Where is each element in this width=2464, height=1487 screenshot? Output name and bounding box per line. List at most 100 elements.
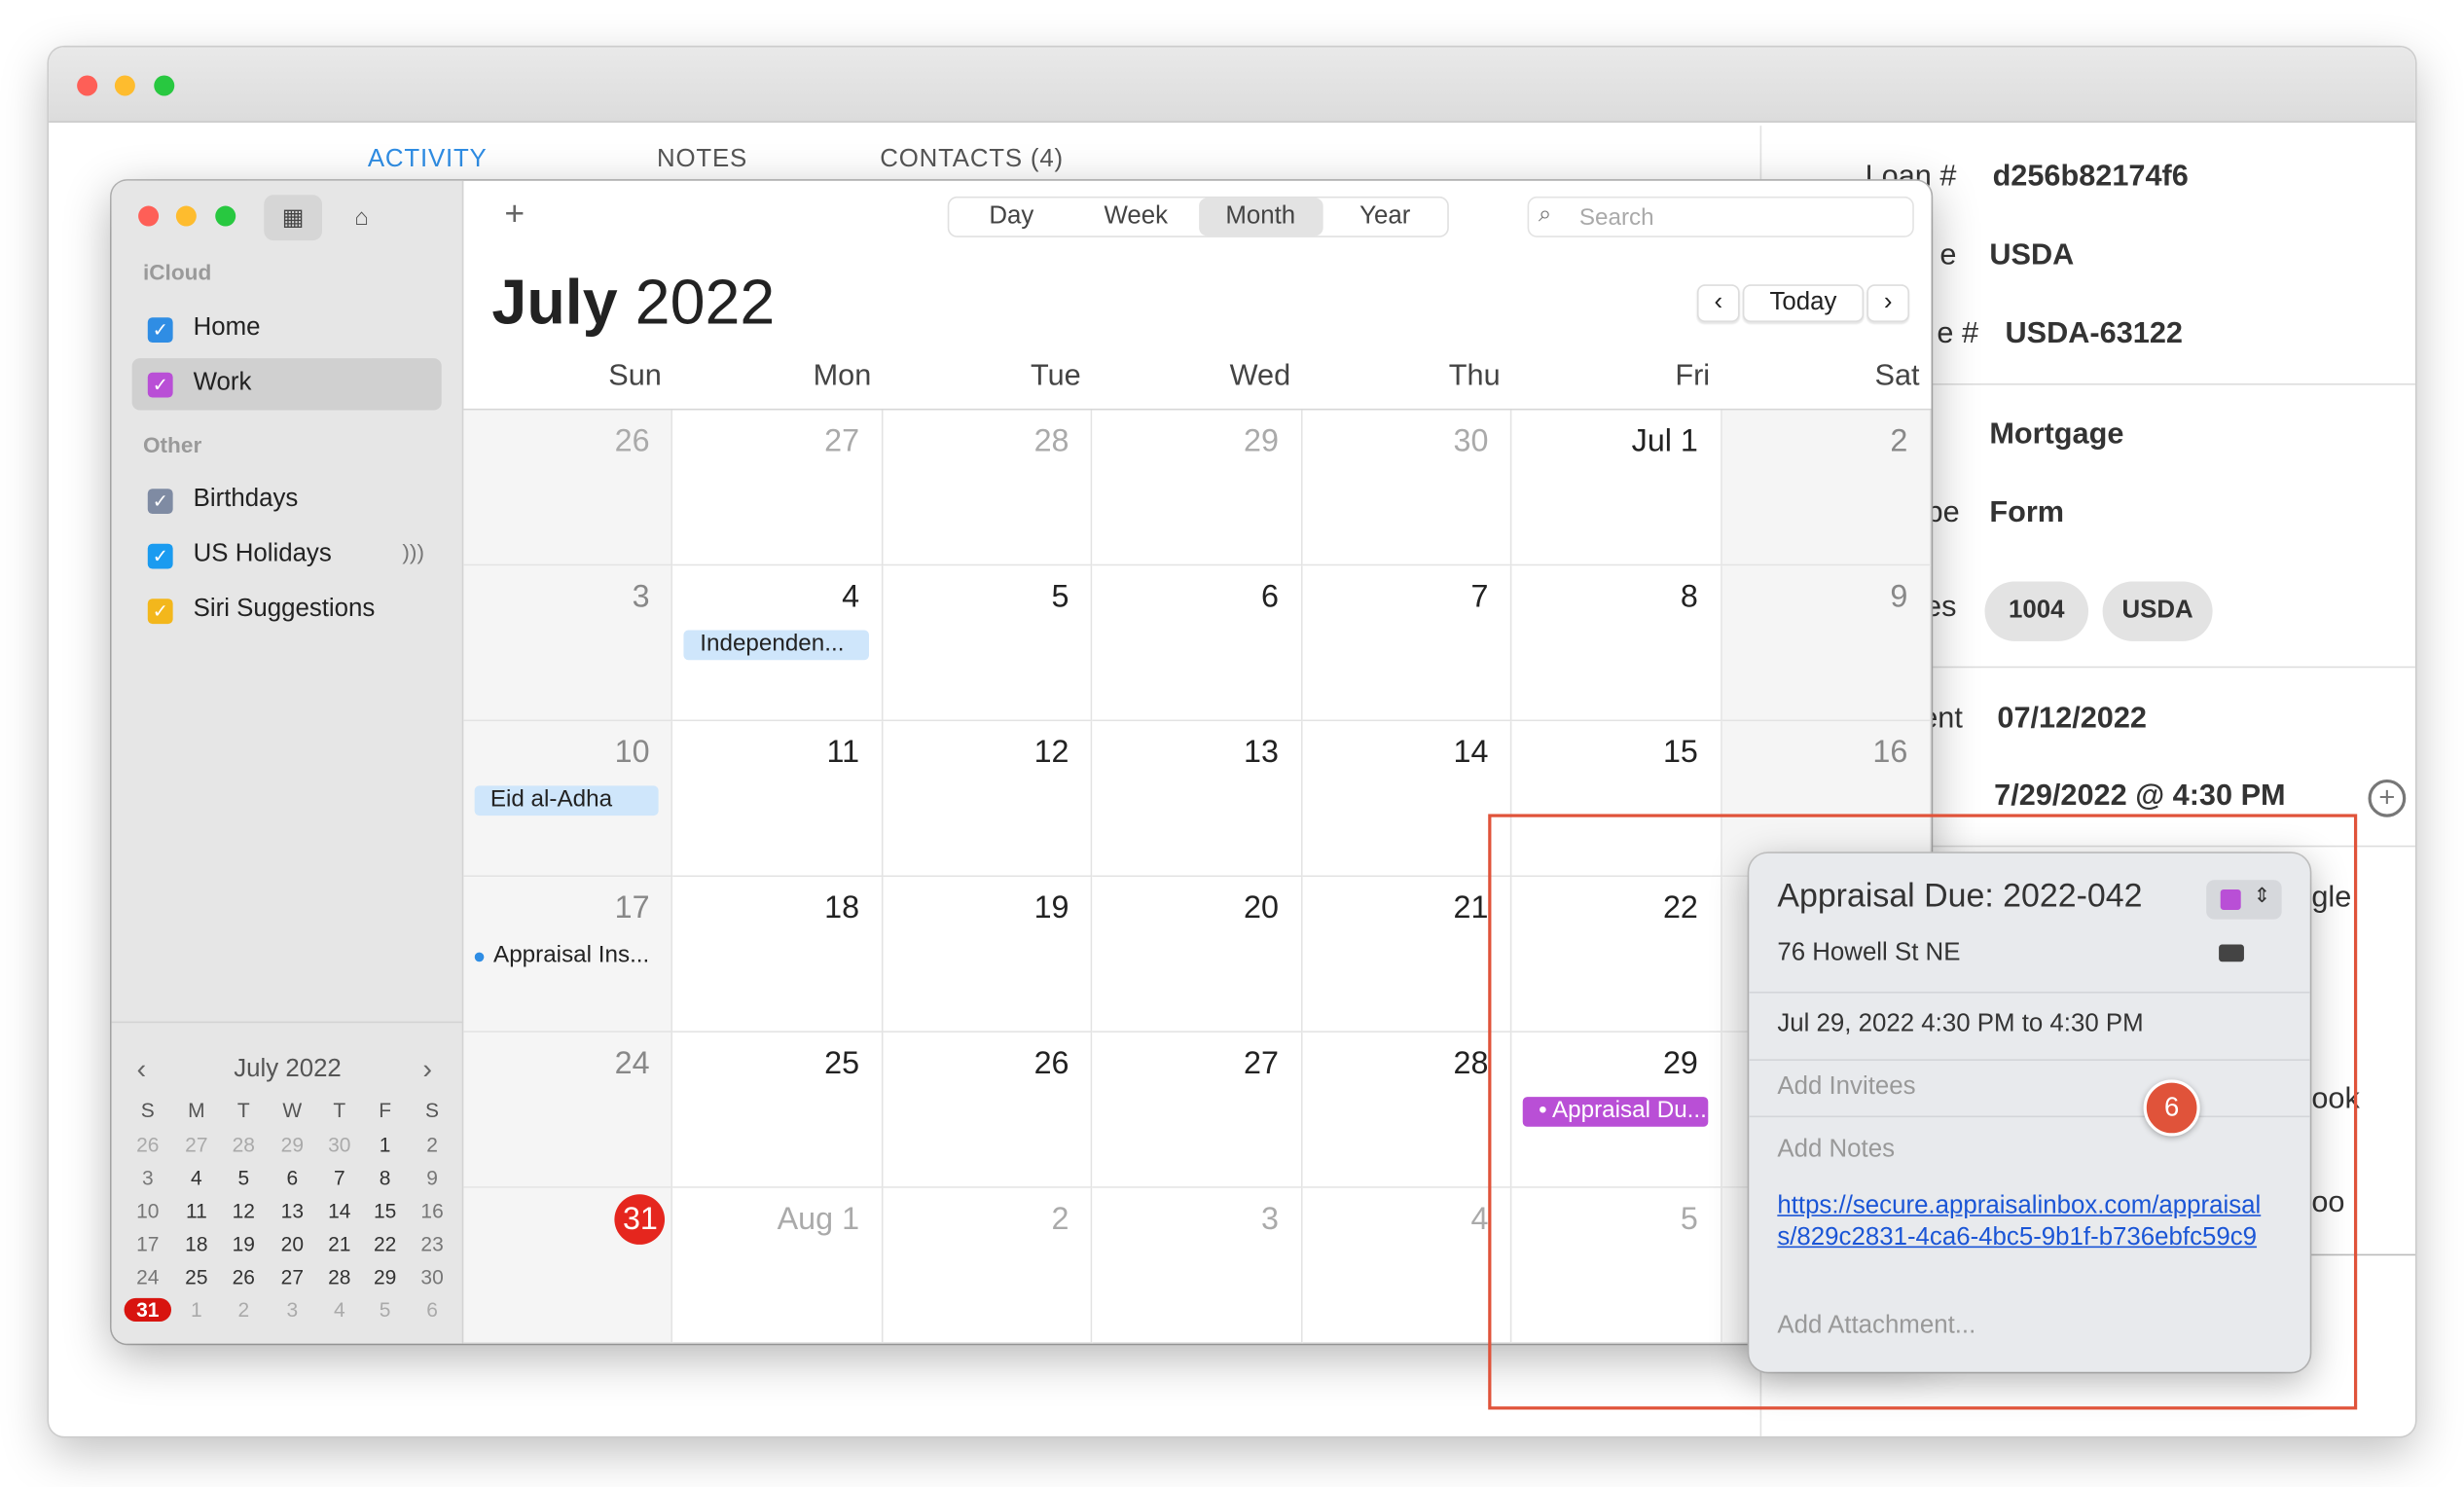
- tab-contacts[interactable]: CONTACTS (4): [880, 146, 1064, 174]
- day-cell[interactable]: 8: [1511, 565, 1722, 722]
- mini-day[interactable]: 11: [173, 1199, 220, 1222]
- zoom-button[interactable]: [154, 75, 175, 96]
- checkbox[interactable]: ✓: [147, 317, 173, 344]
- today-button[interactable]: Today: [1742, 284, 1865, 323]
- mini-day[interactable]: 3: [269, 1298, 315, 1322]
- mini-day[interactable]: 26: [220, 1265, 267, 1288]
- mini-day[interactable]: 23: [409, 1232, 455, 1255]
- search-input[interactable]: ⌕ Search: [1527, 196, 1914, 237]
- tag-chip[interactable]: USDA: [2102, 581, 2213, 641]
- mini-day[interactable]: 20: [269, 1232, 315, 1255]
- calendar-event[interactable]: • Appraisal Du...: [1522, 1097, 1708, 1127]
- prev-month-button[interactable]: ‹: [1696, 284, 1740, 323]
- mini-day[interactable]: 5: [361, 1298, 408, 1322]
- event-title[interactable]: Appraisal Due: 2022-042: [1777, 879, 2142, 917]
- minimize-button[interactable]: [114, 75, 135, 96]
- calendar-minimize-button[interactable]: [175, 205, 197, 227]
- sidebar-item[interactable]: ✓ Siri Suggestions: [132, 585, 442, 636]
- mini-day[interactable]: 26: [125, 1133, 171, 1156]
- day-cell[interactable]: 4 Independen...: [672, 565, 884, 722]
- day-cell[interactable]: Jul 1: [1511, 410, 1722, 566]
- mini-day[interactable]: 2: [409, 1133, 455, 1156]
- tab-notes[interactable]: NOTES: [657, 146, 747, 174]
- day-cell[interactable]: 3: [1092, 1187, 1303, 1344]
- mini-day[interactable]: 24: [125, 1265, 171, 1288]
- next-month-button[interactable]: ›: [1866, 284, 1909, 323]
- mini-day[interactable]: 15: [361, 1199, 408, 1222]
- mini-day[interactable]: 4: [316, 1298, 363, 1322]
- mini-day[interactable]: 29: [361, 1265, 408, 1288]
- day-cell[interactable]: 27: [1092, 1032, 1303, 1188]
- sidebar-item[interactable]: ✓ Birthdays: [132, 475, 442, 526]
- day-cell[interactable]: 7: [1302, 565, 1512, 722]
- mini-day[interactable]: 2: [220, 1298, 267, 1322]
- video-icon[interactable]: [2219, 944, 2244, 962]
- day-cell[interactable]: 12: [883, 721, 1093, 878]
- sidebar-item[interactable]: ✓ Home: [132, 304, 442, 355]
- day-cell[interactable]: 29 • Appraisal Du...: [1511, 1032, 1722, 1188]
- mini-day[interactable]: 30: [316, 1133, 363, 1156]
- mini-day[interactable]: 21: [316, 1232, 363, 1255]
- day-cell[interactable]: 3: [463, 565, 673, 722]
- day-cell[interactable]: 13: [1092, 721, 1303, 878]
- mini-day[interactable]: 13: [269, 1199, 315, 1222]
- day-cell[interactable]: 26: [463, 410, 673, 566]
- day-cell[interactable]: 18: [672, 877, 884, 1033]
- mini-day[interactable]: 18: [173, 1232, 220, 1255]
- day-cell[interactable]: 15: [1511, 721, 1722, 878]
- mini-day[interactable]: 27: [269, 1265, 315, 1288]
- day-cell[interactable]: 17 Appraisal Ins...: [463, 877, 673, 1033]
- calendar-list-icon[interactable]: ▦: [264, 195, 323, 241]
- mini-day[interactable]: 4: [173, 1166, 220, 1189]
- calendar-color-picker[interactable]: ⇕: [2206, 880, 2282, 920]
- day-cell[interactable]: 14: [1302, 721, 1512, 878]
- day-cell[interactable]: 9: [1721, 565, 1932, 722]
- calendar-event[interactable]: Appraisal Ins...: [474, 941, 660, 971]
- day-cell[interactable]: 24: [463, 1032, 673, 1188]
- add-notes-field[interactable]: Add Notes: [1777, 1137, 1895, 1165]
- mini-day[interactable]: 29: [269, 1133, 315, 1156]
- day-cell[interactable]: 28: [1302, 1032, 1512, 1188]
- mini-day[interactable]: 1: [361, 1133, 408, 1156]
- calendar-close-button[interactable]: [138, 205, 160, 227]
- day-cell[interactable]: 5: [1511, 1187, 1722, 1344]
- day-cell[interactable]: 25: [672, 1032, 884, 1188]
- day-cell[interactable]: 2: [883, 1187, 1093, 1344]
- mini-day[interactable]: 17: [125, 1232, 171, 1255]
- day-cell[interactable]: 27: [672, 410, 884, 566]
- day-cell[interactable]: 2: [1721, 410, 1932, 566]
- view-week[interactable]: Week: [1073, 198, 1198, 236]
- day-cell[interactable]: 26: [883, 1032, 1093, 1188]
- sidebar-item[interactable]: ✓ US Holidays ))): [132, 529, 442, 581]
- checkbox[interactable]: ✓: [147, 489, 173, 515]
- view-year[interactable]: Year: [1323, 198, 1447, 236]
- day-cell[interactable]: 20: [1092, 877, 1303, 1033]
- mini-day[interactable]: 5: [220, 1166, 267, 1189]
- checkbox[interactable]: ✓: [147, 543, 173, 569]
- day-cell[interactable]: 10 Eid al-Adha: [463, 721, 673, 878]
- day-cell[interactable]: 19: [883, 877, 1093, 1033]
- mini-day[interactable]: 28: [316, 1265, 363, 1288]
- mini-day[interactable]: 28: [220, 1133, 267, 1156]
- day-cell[interactable]: 28: [883, 410, 1093, 566]
- day-cell[interactable]: 4: [1302, 1187, 1512, 1344]
- day-cell[interactable]: 30: [1302, 410, 1512, 566]
- day-cell[interactable]: 6: [1092, 565, 1303, 722]
- sidebar-item[interactable]: ✓ Work: [131, 358, 442, 411]
- mini-day[interactable]: 27: [173, 1133, 220, 1156]
- mini-day[interactable]: 1: [173, 1298, 220, 1322]
- add-invitees-field[interactable]: Add Invitees: [1777, 1073, 1915, 1102]
- checkbox[interactable]: ✓: [147, 372, 173, 398]
- mini-day[interactable]: 7: [316, 1166, 363, 1189]
- mini-day[interactable]: 6: [269, 1166, 315, 1189]
- mini-day[interactable]: 8: [361, 1166, 408, 1189]
- mini-day[interactable]: 12: [220, 1199, 267, 1222]
- view-month[interactable]: Month: [1198, 198, 1323, 236]
- close-button[interactable]: [77, 75, 98, 96]
- mini-day[interactable]: 22: [361, 1232, 408, 1255]
- mini-day[interactable]: 9: [409, 1166, 455, 1189]
- mini-day[interactable]: 19: [220, 1232, 267, 1255]
- day-cell[interactable]: 31: [463, 1187, 673, 1344]
- add-event-button[interactable]: +: [504, 194, 525, 235]
- calendar-event[interactable]: Independen...: [684, 630, 869, 661]
